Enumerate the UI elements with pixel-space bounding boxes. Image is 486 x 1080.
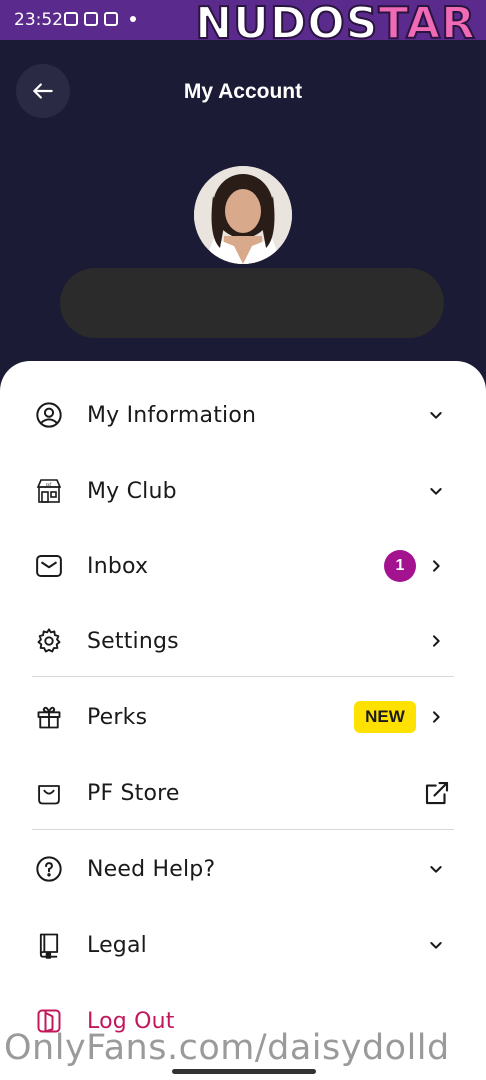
redacted-username xyxy=(60,268,444,338)
menu-item-perks[interactable]: Perks NEW xyxy=(0,679,486,755)
menu-item-label: My Club xyxy=(87,478,177,504)
home-indicator[interactable] xyxy=(172,1069,316,1074)
menu-item-settings[interactable]: Settings xyxy=(0,603,486,679)
menu-item-pf-store[interactable]: PF Store xyxy=(0,755,486,831)
shopping-bag-icon xyxy=(34,778,64,808)
menu-item-my-club[interactable]: pf My Club xyxy=(0,453,486,529)
avatar-photo xyxy=(194,166,292,264)
instagram-notification-icon xyxy=(104,12,118,26)
status-icons xyxy=(64,12,136,26)
menu-item-inbox[interactable]: Inbox 1 xyxy=(0,528,486,604)
account-header: My Account xyxy=(0,40,486,380)
gift-icon xyxy=(34,702,64,732)
avatar[interactable] xyxy=(194,166,292,264)
chevron-down-icon xyxy=(426,935,446,955)
chevron-right-icon xyxy=(426,707,446,727)
image-notification-icon xyxy=(64,12,78,26)
menu-item-label: Inbox xyxy=(87,553,149,579)
new-tag-badge: NEW xyxy=(354,701,416,733)
divider xyxy=(32,829,454,830)
external-link-icon xyxy=(422,778,452,808)
chevron-right-icon xyxy=(426,631,446,651)
status-time: 23:52 xyxy=(14,10,63,30)
divider xyxy=(32,676,454,677)
status-bar: 23:52 NUDOSTAR xyxy=(0,0,486,47)
store-icon: pf xyxy=(34,476,64,506)
menu-item-label: Perks xyxy=(87,704,148,730)
help-circle-icon xyxy=(34,854,64,884)
page-title: My Account xyxy=(183,80,303,103)
chevron-down-icon xyxy=(426,405,446,425)
chevron-down-icon xyxy=(426,859,446,879)
menu-item-label: Legal xyxy=(87,932,147,958)
mail-icon xyxy=(34,551,64,581)
gear-icon xyxy=(34,626,64,656)
watermark-bottom: OnlyFans.com/daisydolld xyxy=(4,1028,450,1068)
more-notifications-dot-icon xyxy=(130,16,136,22)
chevron-down-icon xyxy=(426,481,446,501)
menu-item-label: Settings xyxy=(87,628,179,654)
menu-item-need-help[interactable]: Need Help? xyxy=(0,831,486,907)
menu-item-my-information[interactable]: My Information xyxy=(0,377,486,453)
menu-item-label: Need Help? xyxy=(87,856,216,882)
chevron-right-icon xyxy=(426,556,446,576)
user-circle-icon xyxy=(34,400,64,430)
menu-item-label: PF Store xyxy=(87,780,180,806)
menu-item-label: My Information xyxy=(87,402,257,428)
book-icon xyxy=(34,930,64,960)
inbox-count-badge: 1 xyxy=(384,550,416,582)
game-notification-icon xyxy=(84,12,98,26)
menu-item-legal[interactable]: Legal xyxy=(0,907,486,983)
account-menu: My Information pf My Club Inbox 1 Settin… xyxy=(0,361,486,1080)
